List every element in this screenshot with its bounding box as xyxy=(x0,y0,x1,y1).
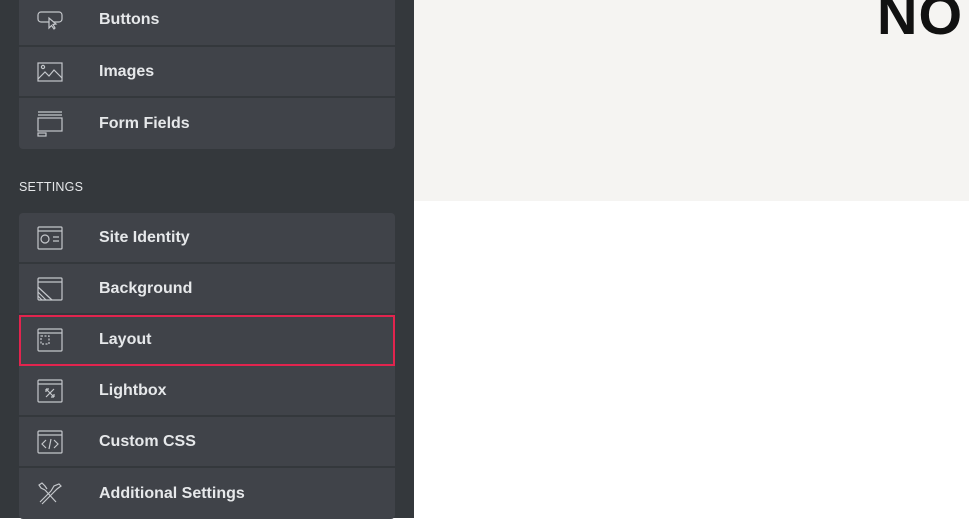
preview-heading: NO xyxy=(877,0,963,46)
site-identity-icon xyxy=(37,225,63,251)
menu-item-background[interactable]: Background xyxy=(19,264,395,315)
menu-item-label: Custom CSS xyxy=(99,432,196,450)
menu-item-label: Images xyxy=(99,62,155,80)
menu-item-custom-css[interactable]: Custom CSS xyxy=(19,417,395,468)
settings-panel: Buttons Images Form Fields SETTINGS Site… xyxy=(0,0,414,519)
menu-item-label: Layout xyxy=(99,330,152,348)
menu-item-additional-settings[interactable]: Additional Settings xyxy=(19,468,395,519)
menu-item-layout[interactable]: Layout xyxy=(19,315,395,366)
menu-item-label: Site Identity xyxy=(99,228,190,246)
custom-css-icon xyxy=(37,429,63,455)
button-cursor-icon xyxy=(37,7,63,33)
preview-content xyxy=(414,201,969,518)
section-label-settings: SETTINGS xyxy=(19,180,84,194)
layout-icon xyxy=(37,327,63,353)
menu-item-images[interactable]: Images xyxy=(19,47,395,98)
menu-item-label: Lightbox xyxy=(99,381,167,399)
menu-item-site-identity[interactable]: Site Identity xyxy=(19,213,395,264)
style-group: Buttons Images Form Fields xyxy=(19,0,395,149)
menu-item-label: Form Fields xyxy=(99,114,190,132)
menu-item-form-fields[interactable]: Form Fields xyxy=(19,98,395,149)
lightbox-icon xyxy=(37,378,63,404)
preview-hero-section: NO xyxy=(414,0,969,201)
menu-item-label: Background xyxy=(99,279,193,297)
form-fields-icon xyxy=(37,110,63,137)
settings-group: Site Identity Background Layout Lightbox… xyxy=(19,213,395,519)
menu-item-label: Buttons xyxy=(99,11,160,28)
image-icon xyxy=(37,59,63,85)
menu-item-lightbox[interactable]: Lightbox xyxy=(19,366,395,417)
background-icon xyxy=(37,276,63,302)
menu-item-buttons[interactable]: Buttons xyxy=(19,0,395,47)
tools-icon xyxy=(37,481,63,507)
menu-item-label: Additional Settings xyxy=(99,484,245,502)
